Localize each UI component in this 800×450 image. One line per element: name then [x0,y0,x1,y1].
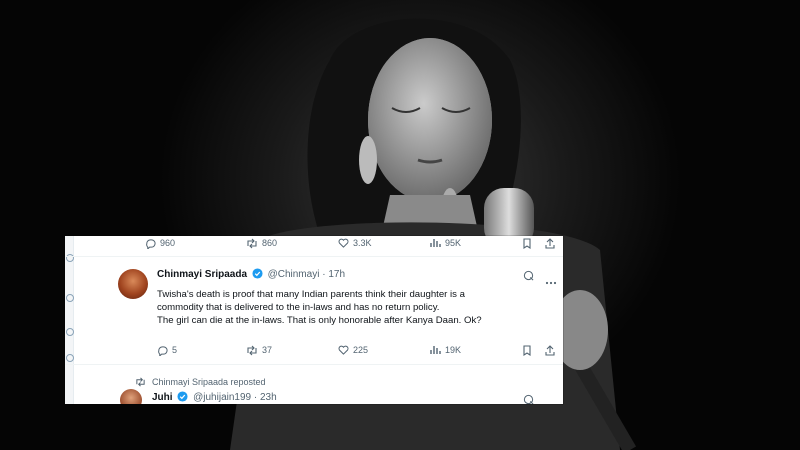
views-icon [430,239,441,247]
grok-icon [523,394,534,404]
share-button[interactable] [545,236,555,250]
repost-note: Chinmayi Sripaada reposted [135,377,266,387]
tweet-line: commodity that is delivered to the in-la… [157,302,440,313]
tweet-text: Twisha's death is proof that many Indian… [157,288,557,327]
sidebar-strip [65,236,74,404]
like-icon [338,238,349,248]
like-count: 3.3K [353,238,372,248]
grok-icon [523,270,534,281]
like-action[interactable]: 3.3K [338,236,372,250]
tweet-actions: 5 37 225 19K [65,343,563,357]
reply-icon [146,238,156,249]
divider [65,256,563,257]
repost-action[interactable]: 860 [246,236,277,250]
like-action[interactable]: 225 [338,343,368,357]
tweet-line: Twisha's death is proof that many Indian… [157,289,465,300]
repost-icon [247,238,257,248]
author-name[interactable]: Chinmayi Sripaada [157,269,247,280]
reply-action[interactable]: 5 [157,343,177,357]
repost-icon [247,345,257,355]
previous-tweet-actions: 960 860 3.3K 95K [65,236,563,250]
views-action[interactable]: 19K [430,343,461,357]
next-tweet-header: Juhi @juhijain199 · 23h [152,391,277,403]
tweet-time[interactable]: · 23h [254,392,277,403]
sidebar-icon [66,328,74,336]
repost-count: 860 [262,238,278,248]
sidebar-icon [66,294,74,302]
share-icon [545,344,555,356]
like-icon [338,345,349,355]
more-button[interactable] [545,396,557,404]
grok-button[interactable] [523,392,534,404]
views-icon [430,346,441,354]
bookmark-button[interactable] [522,343,532,357]
bookmark-icon [523,237,531,249]
reply-action[interactable]: 960 [145,236,175,250]
divider [65,364,563,365]
repost-note-text[interactable]: Chinmayi Sripaada reposted [152,377,266,387]
author-handle[interactable]: @juhijain199 [193,392,251,403]
grok-button[interactable] [523,268,534,286]
share-button[interactable] [545,343,555,357]
avatar[interactable] [120,389,142,404]
author-handle[interactable]: @Chinmayi [268,269,320,280]
author-name[interactable]: Juhi [152,392,173,403]
more-icon [545,281,557,285]
bookmark-button[interactable] [522,236,532,250]
views-count: 95K [445,238,462,248]
verified-icon [252,268,263,279]
repost-icon [136,377,145,387]
reply-count: 960 [160,238,176,248]
views-action[interactable]: 95K [430,236,461,250]
tweet-header: Chinmayi Sripaada @Chinmayi · 17h [157,268,345,280]
share-icon [545,237,555,249]
tweet-time[interactable]: · 17h [322,269,345,280]
views-count: 19K [445,345,462,355]
repost-action[interactable]: 37 [246,343,272,357]
like-count: 225 [353,345,369,355]
avatar[interactable] [118,269,148,299]
tweet-line: The girl can die at the in-laws. That is… [157,315,482,326]
repost-count: 37 [262,345,273,355]
tweet-screenshot-card: 960 860 3.3K 95K Chinmayi Sripaada @Chin… [65,236,563,404]
reply-count: 5 [172,345,178,355]
verified-icon [177,391,188,402]
bookmark-icon [523,344,531,356]
reply-icon [158,345,168,356]
